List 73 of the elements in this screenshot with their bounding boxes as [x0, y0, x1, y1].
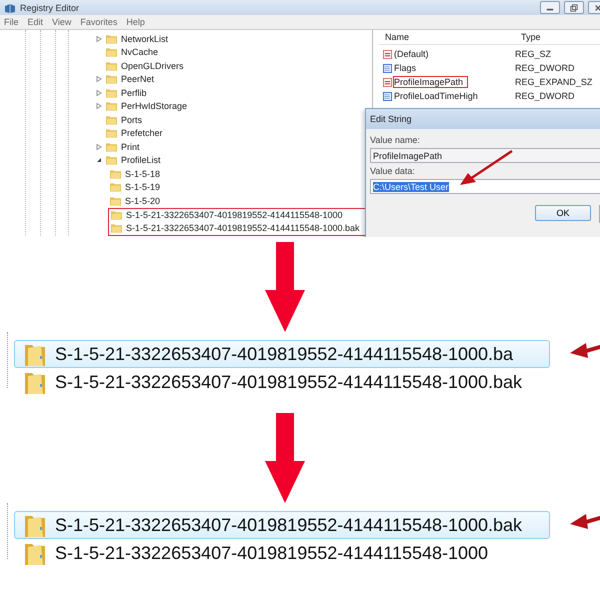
registry-icon — [4, 2, 16, 14]
folder-icon — [25, 513, 45, 537]
folder-icon — [106, 88, 117, 98]
folder-icon — [110, 196, 121, 206]
tree-item[interactable]: S-1-5-21-3322653407-4019819552-4144115548-1000 — [126, 210, 343, 220]
tree-item[interactable]: OpenGLDrivers — [121, 60, 184, 71]
value-type: REG_DWORD — [515, 63, 575, 73]
dialog-title: Edit String — [370, 114, 412, 124]
field-label: Value name: — [370, 135, 421, 145]
ok-button[interactable]: OK — [535, 205, 591, 221]
menu-item[interactable]: Edit — [28, 17, 44, 27]
tree-item[interactable]: Print — [121, 142, 140, 152]
folder-icon — [106, 74, 117, 84]
tree-item[interactable]: Perflib — [121, 88, 147, 98]
tree-item[interactable]: NvCache — [121, 47, 158, 58]
binary-value-icon — [383, 64, 392, 72]
menu-item[interactable]: File — [4, 17, 19, 27]
folder-icon — [111, 223, 122, 233]
expand-arrow-icon[interactable] — [96, 103, 102, 110]
value-data-field[interactable]: C:\Users\Test User — [370, 179, 600, 194]
column-header[interactable]: Type — [521, 32, 541, 42]
tree-item[interactable]: S-1-5-21-3322653407-4019819552-4144115548-1000.bak — [126, 223, 360, 233]
expand-arrow-icon[interactable] — [96, 76, 102, 82]
folder-icon — [106, 101, 117, 112]
folder-icon — [25, 342, 45, 366]
binary-value-icon — [383, 92, 392, 100]
folder-icon — [106, 128, 117, 138]
tree-item[interactable]: S-1-5-19 — [125, 182, 160, 192]
folder-icon — [106, 142, 117, 152]
folder-icon — [106, 47, 117, 58]
window-title: Registry Editor — [20, 2, 80, 12]
tree-item[interactable]: Prefetcher — [121, 128, 163, 138]
folder-icon — [110, 168, 121, 179]
value-type: REG_EXPAND_SZ — [515, 77, 592, 87]
folder-icon — [110, 182, 121, 192]
value-name[interactable]: ProfileImagePath — [394, 77, 468, 87]
folder-icon — [106, 114, 117, 125]
restore-icon — [570, 4, 578, 12]
value-name[interactable]: (Default) — [394, 49, 433, 59]
menu-item[interactable]: Help — [126, 17, 145, 27]
folder-icon — [25, 370, 45, 394]
collapse-arrow-icon[interactable] — [96, 157, 102, 164]
folder-icon — [106, 34, 117, 44]
menu-item[interactable]: View — [52, 17, 72, 27]
tree-item[interactable]: PeerNet — [121, 74, 154, 84]
expand-arrow-icon[interactable] — [96, 36, 102, 42]
minimize-button[interactable] — [540, 1, 560, 14]
expand-arrow-icon[interactable] — [96, 90, 102, 96]
value-name-field[interactable]: ProfileImagePath — [370, 148, 600, 163]
value-type: REG_SZ — [515, 49, 552, 59]
close-icon — [594, 4, 600, 12]
tree-item[interactable]: NetworkList — [121, 34, 168, 44]
value-name[interactable]: Flags — [394, 63, 420, 73]
string-value-icon — [383, 78, 392, 86]
value-name[interactable]: ProfileLoadTimeHigh — [394, 91, 482, 101]
tree-item[interactable]: S-1-5-18 — [125, 168, 160, 179]
restore-button[interactable] — [564, 1, 584, 14]
field-label: Value data: — [370, 166, 416, 176]
tree-item[interactable]: S-1-5-20 — [125, 196, 160, 206]
string-value-icon — [383, 50, 392, 58]
folder-icon — [106, 60, 117, 71]
value-type: REG_DWORD — [515, 91, 575, 101]
menu-item[interactable]: Favorites — [80, 17, 118, 27]
column-header[interactable]: Name — [379, 32, 521, 42]
tree-item[interactable]: ProfileList — [121, 155, 161, 166]
tree-item[interactable]: Ports — [121, 114, 142, 125]
tree-item[interactable]: S-1-5-21-3322653407-4019819552-4144115548-1000.bak — [55, 372, 522, 392]
tree-item[interactable]: S-1-5-21-3322653407-4019819552-4144115548-1000 — [55, 542, 488, 564]
folder-icon — [25, 541, 45, 565]
tree-item[interactable]: PerHwIdStorage — [121, 101, 188, 112]
expand-arrow-icon[interactable] — [96, 144, 102, 150]
folder-icon — [111, 210, 122, 220]
folder-icon — [106, 155, 117, 166]
